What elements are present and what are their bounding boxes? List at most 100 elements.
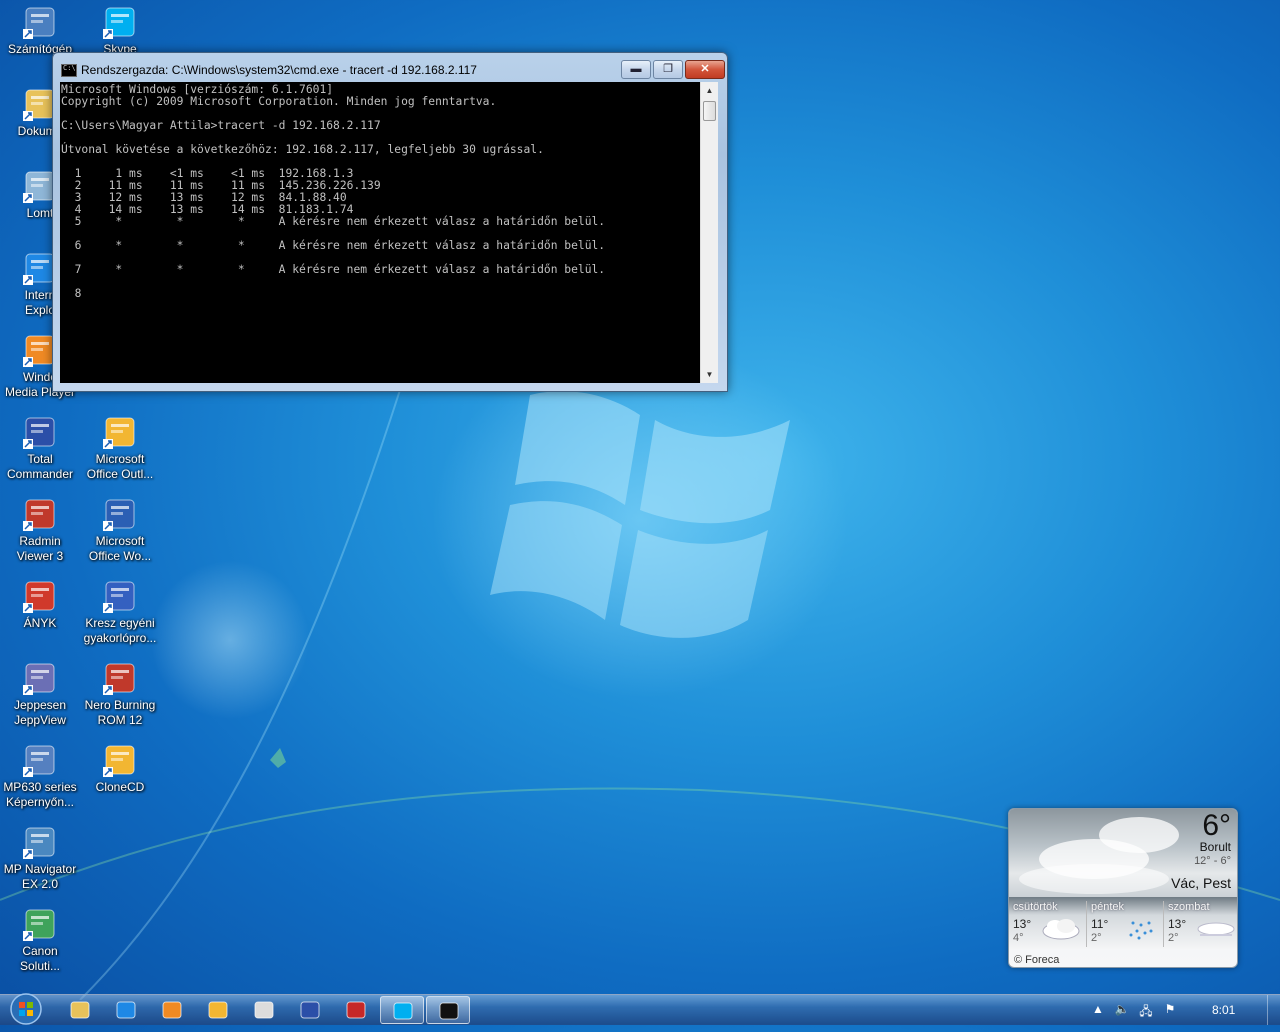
forecast-day-name: csütörtök: [1013, 901, 1058, 913]
outlook-icon: [208, 1001, 228, 1019]
radmin-icon: [23, 497, 57, 531]
desktop-icon-label: Kresz egyéni gyakorlópro...: [83, 616, 157, 645]
forecast-day-3: szombat 13° 2°: [1164, 901, 1237, 947]
close-button[interactable]: ✕: [685, 60, 725, 79]
kresz-icon: [103, 579, 137, 613]
scroll-thumb[interactable]: [703, 101, 716, 121]
current-temperature: 6°: [1202, 809, 1231, 842]
desktop-icon-label: CloneCD: [95, 780, 145, 794]
forecast-low: 2°: [1091, 932, 1102, 944]
weather-condition: Borult: [1199, 840, 1231, 854]
desktop-icon[interactable]: CloneCD: [80, 743, 160, 795]
scanner-icon: [254, 1001, 274, 1019]
forecast-day-2: péntek 11° 2°: [1087, 901, 1162, 947]
total-commander-icon: [300, 1001, 320, 1019]
desktop-icon-label: Jeppesen JeppView: [13, 698, 67, 727]
mp-navigator-icon: [23, 825, 57, 859]
scroll-up-arrow-icon[interactable]: ▲: [701, 82, 718, 99]
forecast-day-1: csütörtök 13° 4°: [1009, 901, 1084, 947]
taskbar-item[interactable]: [380, 996, 424, 1024]
forecast-day-name: szombat: [1168, 901, 1210, 913]
desktop-icon-label: Canon Soluti...: [19, 944, 61, 973]
taskbar: ▲ 🔈 🖧 ⚑ 8:01: [0, 991, 1280, 1027]
desktop-icon-label: MP Navigator EX 2.0: [3, 862, 77, 891]
desktop-icon[interactable]: Total Commander: [0, 415, 80, 482]
clonecd-icon: [103, 743, 137, 777]
desktop-icon[interactable]: Kresz egyéni gyakorlópro...: [80, 579, 160, 646]
cmd-icon: [61, 64, 77, 77]
nero-icon: [103, 661, 137, 695]
start-button[interactable]: [2, 991, 48, 1027]
desktop-icon-label: Microsoft Office Outl...: [86, 452, 154, 481]
cmd-icon: [439, 1002, 459, 1020]
forecast-high: 13°: [1168, 917, 1187, 931]
desktop-icon[interactable]: Nero Burning ROM 12: [80, 661, 160, 728]
canon-icon: [23, 907, 57, 941]
desktop-icon[interactable]: MP Navigator EX 2.0: [0, 825, 80, 892]
skype-icon: [393, 1002, 413, 1020]
weather-provider: © Foreca: [1014, 954, 1060, 966]
desktop-icon[interactable]: MP630 series Képernyőn...: [0, 743, 80, 810]
forecast-low: 2°: [1168, 932, 1179, 944]
acrobat-icon: [346, 1001, 366, 1019]
title-bar[interactable]: Rendszergazda: C:\Windows\system32\cmd.e…: [53, 53, 727, 81]
notification-area: ▲ 🔈 🖧 ⚑: [1090, 995, 1280, 1025]
action-center-flag-icon[interactable]: ⚑: [1162, 1002, 1178, 1018]
console-output[interactable]: Microsoft Windows [verziószám: 6.1.7601]…: [60, 82, 700, 383]
outlook-icon: [103, 415, 137, 449]
desktop-icon[interactable]: ÁNYK: [0, 579, 80, 631]
total-commander-icon: [23, 415, 57, 449]
taskbar-item[interactable]: [242, 996, 286, 1024]
scroll-down-arrow-icon[interactable]: ▼: [701, 366, 718, 383]
word-icon: [103, 497, 137, 531]
media-player-icon: [162, 1001, 182, 1019]
show-hidden-icons-icon[interactable]: ▲: [1090, 1002, 1106, 1018]
weather-gadget[interactable]: 6° Borult 12° - 6° Vác, Pest csütörtök 1…: [1008, 808, 1238, 968]
weather-city: Vác, Pest: [1171, 875, 1231, 891]
desktop-icon[interactable]: Skype: [80, 5, 160, 57]
desktop-icon[interactable]: Jeppesen JeppView: [0, 661, 80, 728]
desktop-icon[interactable]: Canon Soluti...: [0, 907, 80, 974]
forecast-low: 4°: [1013, 932, 1024, 944]
desktop-icon[interactable]: Számítógép: [0, 5, 80, 57]
taskbar-item[interactable]: [150, 996, 194, 1024]
network-icon[interactable]: 🖧: [1138, 1002, 1154, 1018]
forecast-high: 11°: [1091, 917, 1109, 931]
desktop-icon-label: Total Commander: [6, 452, 74, 481]
taskbar-item[interactable]: [426, 996, 470, 1024]
explorer-icon: [70, 1001, 90, 1019]
taskbar-item[interactable]: [334, 996, 378, 1024]
desktop-icon-label: Radmin Viewer 3: [16, 534, 64, 563]
clock[interactable]: 8:01: [1212, 1003, 1235, 1017]
desktop-icon[interactable]: Microsoft Office Wo...: [80, 497, 160, 564]
cmd-window[interactable]: Rendszergazda: C:\Windows\system32\cmd.e…: [52, 52, 728, 392]
windows-orb-icon: [10, 993, 42, 1025]
minimize-button[interactable]: ▬: [621, 60, 651, 79]
forecast-day-name: péntek: [1091, 901, 1125, 913]
jeppview-icon: [23, 661, 57, 695]
desktop-icon-label: Microsoft Office Wo...: [88, 534, 152, 563]
desktop-icon-label: Nero Burning ROM 12: [84, 698, 156, 727]
computer-icon: [23, 5, 57, 39]
wallpaper-glow-small: [150, 560, 310, 720]
show-desktop-button[interactable]: [1267, 995, 1280, 1025]
forecast-high: 13°: [1013, 917, 1032, 931]
desktop-icon-label: MP630 series Képernyőn...: [3, 780, 77, 809]
desktop-icon[interactable]: Microsoft Office Outl...: [80, 415, 160, 482]
windows-logo-wallpaper: [490, 391, 790, 638]
temperature-range: 12° - 6°: [1194, 855, 1231, 867]
maximize-button[interactable]: ❐: [653, 60, 683, 79]
taskbar-item[interactable]: [58, 996, 102, 1024]
desktop-icon[interactable]: Radmin Viewer 3: [0, 497, 80, 564]
internet-explorer-icon: [116, 1001, 136, 1019]
volume-icon[interactable]: 🔈: [1114, 1002, 1130, 1018]
taskbar-item[interactable]: [196, 996, 240, 1024]
taskbar-item[interactable]: [288, 996, 332, 1024]
taskbar-item[interactable]: [104, 996, 148, 1024]
window-title: Rendszergazda: C:\Windows\system32\cmd.e…: [81, 63, 477, 77]
console-text: Microsoft Windows [verziószám: 6.1.7601]…: [61, 83, 606, 300]
skype-icon: [103, 5, 137, 39]
rain-icon: [1129, 921, 1153, 940]
vertical-scrollbar[interactable]: ▲ ▼: [700, 82, 718, 383]
fog-icon: [1197, 922, 1235, 936]
